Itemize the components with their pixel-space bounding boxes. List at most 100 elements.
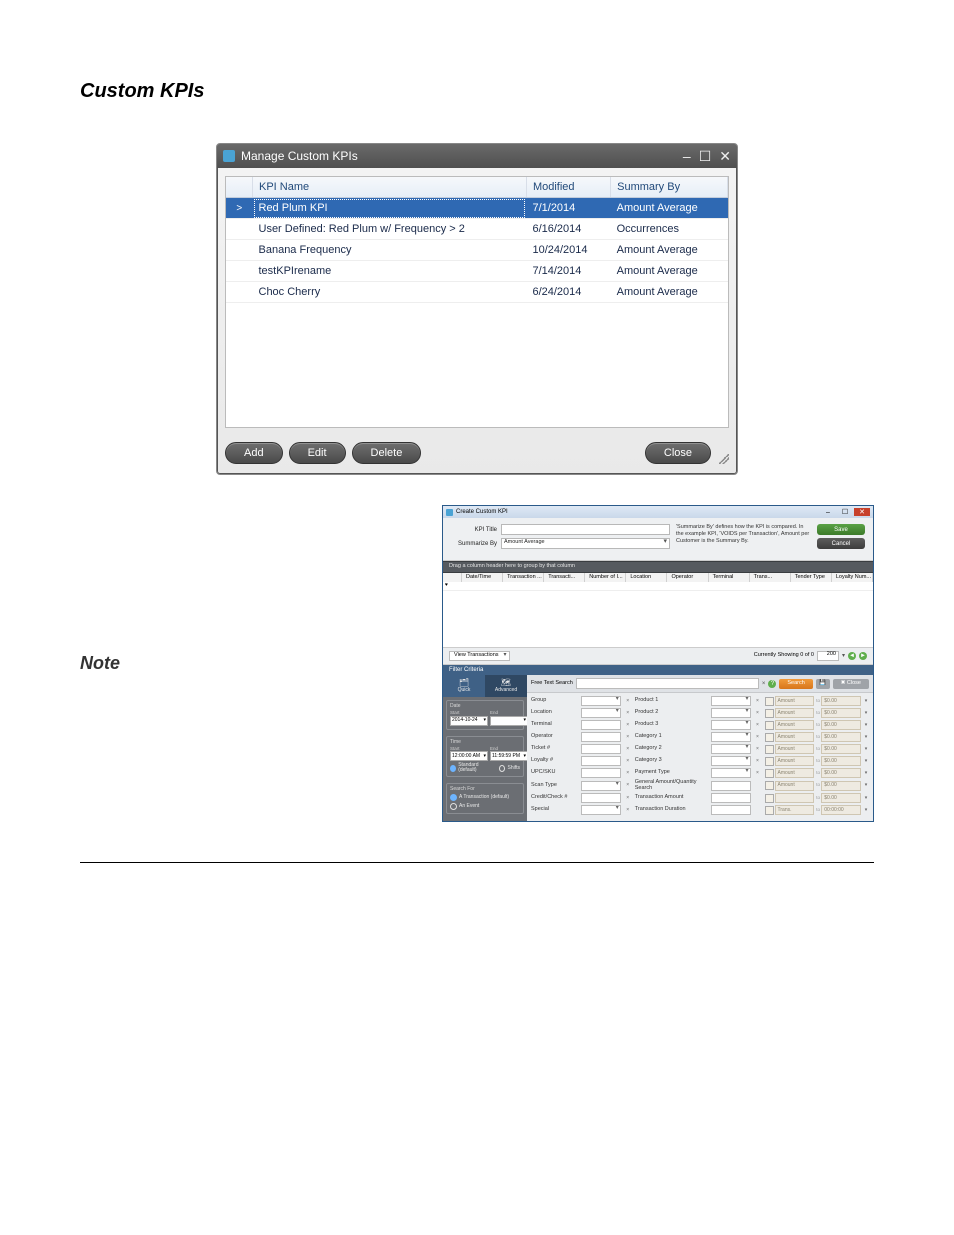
amount-checkbox[interactable] <box>765 709 774 718</box>
filter-row[interactable]: ♥ <box>443 582 873 591</box>
amount-dropdown-icon[interactable]: ▾ <box>863 759 869 764</box>
time-start-input[interactable]: 12:00:00 AM▾ <box>450 751 488 761</box>
amount-to-input[interactable]: 00:00:00 <box>821 805 861 815</box>
kpi-grid[interactable]: KPI NameModifiedSummary By >Red Plum KPI… <box>225 176 729 428</box>
filter-field-input[interactable] <box>711 805 751 815</box>
view-dropdown[interactable]: View Transactions <box>449 651 510 661</box>
clear-field-icon[interactable]: × <box>623 723 633 728</box>
page-size-input[interactable]: 200 <box>817 651 839 661</box>
table-row[interactable]: Banana Frequency10/24/2014Amount Average <box>226 240 728 261</box>
filter-field-input[interactable] <box>581 805 621 815</box>
amount-from-input[interactable]: Amount <box>775 756 815 766</box>
column-header[interactable] <box>443 573 462 583</box>
next-page-button[interactable]: ► <box>859 652 867 660</box>
amount-checkbox[interactable] <box>765 806 774 815</box>
amount-to-input[interactable]: $0.00 <box>821 781 861 791</box>
clear-field-icon[interactable]: × <box>753 699 763 704</box>
maximize-icon[interactable]: ☐ <box>699 148 712 165</box>
clear-field-icon[interactable]: × <box>623 783 633 788</box>
amount-to-input[interactable]: $0.00 <box>821 720 861 730</box>
table-row[interactable]: User Defined: Red Plum w/ Frequency > 26… <box>226 219 728 240</box>
filter-field-input[interactable] <box>581 793 621 803</box>
summarize-by-dropdown[interactable]: Amount Average <box>501 538 670 549</box>
save-button[interactable]: Save <box>817 524 865 535</box>
filter-field-input[interactable] <box>581 732 621 742</box>
radio-shifts[interactable] <box>499 765 505 772</box>
close-filters-button[interactable]: ✖ Close <box>833 679 869 689</box>
amount-from-input[interactable]: Trans. <box>775 805 815 815</box>
amount-to-input[interactable]: $0.00 <box>821 768 861 778</box>
column-header[interactable]: Number of I... <box>585 573 626 583</box>
kpi-title-input[interactable] <box>501 524 670 535</box>
clear-field-icon[interactable]: × <box>623 711 633 716</box>
amount-to-input[interactable]: $0.00 <box>821 708 861 718</box>
minimize-icon[interactable]: ‒ <box>683 148 691 164</box>
amount-to-input[interactable]: $0.00 <box>821 756 861 766</box>
amount-dropdown-icon[interactable]: ▾ <box>863 808 869 813</box>
search-button[interactable]: Search <box>779 679 812 689</box>
maximize-icon[interactable]: ☐ <box>837 508 853 516</box>
radio-transaction[interactable] <box>450 794 457 801</box>
clear-field-icon[interactable]: × <box>753 747 763 752</box>
amount-checkbox[interactable] <box>765 781 774 790</box>
amount-checkbox[interactable] <box>765 794 774 803</box>
column-header[interactable]: Date/Time <box>462 573 503 583</box>
amount-checkbox[interactable] <box>765 769 774 778</box>
column-header[interactable]: Transaction ... <box>503 573 544 583</box>
free-text-search-input[interactable] <box>576 678 759 689</box>
tab-advanced[interactable]: 🗺 Advanced <box>485 675 527 697</box>
column-header[interactable] <box>226 177 253 198</box>
column-header[interactable]: Loyalty Num... <box>832 573 873 583</box>
clear-field-icon[interactable]: × <box>623 699 633 704</box>
filter-field-input[interactable] <box>581 768 621 778</box>
amount-from-input[interactable]: Amount <box>775 720 815 730</box>
filter-field-input[interactable] <box>581 756 621 766</box>
page-size-dropdown-icon[interactable]: ▾ <box>842 653 845 659</box>
filter-field-input[interactable] <box>711 781 751 791</box>
clear-field-icon[interactable]: × <box>753 711 763 716</box>
search-help-icon[interactable]: ? <box>768 680 776 688</box>
filter-field-input[interactable] <box>581 696 621 706</box>
cancel-button[interactable]: Cancel <box>817 538 865 549</box>
amount-checkbox[interactable] <box>765 733 774 742</box>
amount-dropdown-icon[interactable]: ▾ <box>863 796 869 801</box>
amount-checkbox[interactable] <box>765 757 774 766</box>
column-header[interactable]: Trans... <box>750 573 791 583</box>
column-header[interactable]: Tender Type <box>791 573 832 583</box>
close-button[interactable]: Close <box>645 442 711 464</box>
filter-field-input[interactable] <box>581 781 621 791</box>
date-end-input[interactable]: ▾ <box>490 716 528 726</box>
amount-dropdown-icon[interactable]: ▾ <box>863 711 869 716</box>
amount-checkbox[interactable] <box>765 697 774 706</box>
amount-from-input[interactable]: Amount <box>775 708 815 718</box>
filter-field-input[interactable] <box>711 708 751 718</box>
column-header[interactable]: Summary By <box>611 177 728 198</box>
resize-grip-icon[interactable] <box>719 454 729 464</box>
column-header[interactable]: Terminal <box>709 573 750 583</box>
amount-from-input[interactable]: Amount <box>775 732 815 742</box>
radio-event[interactable] <box>450 803 457 810</box>
tab-quick[interactable]: 🗂 Quick <box>443 675 485 697</box>
clear-field-icon[interactable]: × <box>623 747 633 752</box>
filter-field-input[interactable] <box>711 768 751 778</box>
filter-field-input[interactable] <box>711 732 751 742</box>
filter-field-input[interactable] <box>711 696 751 706</box>
amount-from-input[interactable]: Amount <box>775 696 815 706</box>
table-row[interactable]: Choc Cherry6/24/2014Amount Average <box>226 282 728 303</box>
column-header[interactable]: KPI Name <box>253 177 527 198</box>
delete-button[interactable]: Delete <box>352 442 422 464</box>
clear-field-icon[interactable]: × <box>753 759 763 764</box>
filter-field-input[interactable] <box>711 744 751 754</box>
amount-dropdown-icon[interactable]: ▾ <box>863 699 869 704</box>
clear-field-icon[interactable]: × <box>623 771 633 776</box>
filter-field-input[interactable] <box>711 793 751 803</box>
add-button[interactable]: Add <box>225 442 283 464</box>
table-row[interactable]: testKPIrename7/14/2014Amount Average <box>226 261 728 282</box>
amount-from-input[interactable]: Amount <box>775 744 815 754</box>
clear-field-icon[interactable]: × <box>623 735 633 740</box>
clear-field-icon[interactable]: × <box>753 723 763 728</box>
time-end-input[interactable]: 11:59:59 PM▾ <box>490 751 528 761</box>
amount-dropdown-icon[interactable]: ▾ <box>863 771 869 776</box>
amount-to-input[interactable]: $0.00 <box>821 793 861 803</box>
filter-field-input[interactable] <box>711 720 751 730</box>
